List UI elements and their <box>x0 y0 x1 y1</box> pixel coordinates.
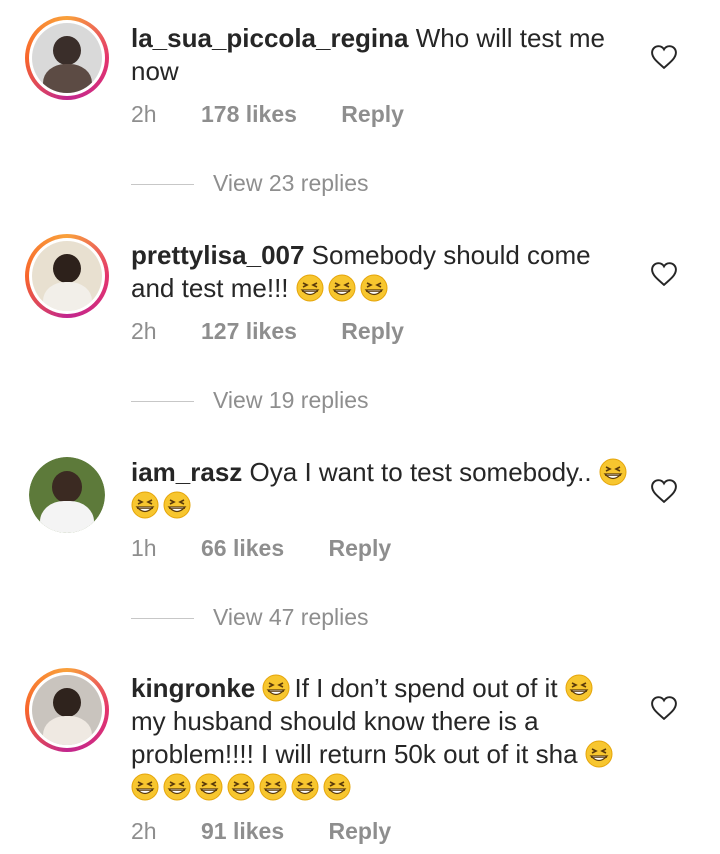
grinning-squinting-face-emoji <box>131 491 159 519</box>
divider-line <box>131 184 194 186</box>
grinning-squinting-face-emoji <box>131 773 159 801</box>
comment-meta: 2h 91 likes Reply <box>131 818 391 845</box>
avatar[interactable] <box>25 668 109 752</box>
grinning-squinting-face-emoji <box>259 773 287 801</box>
comment-text: prettylisa_007 Somebody should come and … <box>131 239 631 305</box>
username[interactable]: kingronke <box>131 673 255 703</box>
reply-button[interactable]: Reply <box>341 101 404 128</box>
timestamp: 2h <box>131 101 157 127</box>
likes-count[interactable]: 178 likes <box>201 101 297 128</box>
likes-count[interactable]: 91 likes <box>201 818 284 845</box>
grinning-squinting-face-emoji <box>565 674 593 702</box>
divider-line <box>131 401 194 403</box>
grinning-squinting-face-emoji <box>163 773 191 801</box>
comment-body: Oya I want to test somebody.. <box>242 457 599 487</box>
username[interactable]: iam_rasz <box>131 457 242 487</box>
comment-body <box>255 673 262 703</box>
grinning-squinting-face-emoji <box>328 274 356 302</box>
view-replies-button[interactable]: View 47 replies <box>131 604 369 631</box>
grinning-squinting-face-emoji <box>227 773 255 801</box>
username[interactable]: prettylisa_007 <box>131 240 304 270</box>
timestamp: 1h <box>131 535 157 561</box>
timestamp: 2h <box>131 818 157 844</box>
username[interactable]: la_sua_piccola_regina <box>131 23 408 53</box>
comment-meta: 1h 66 likes Reply <box>131 535 391 562</box>
grinning-squinting-face-emoji <box>262 674 290 702</box>
heart-outline-icon[interactable] <box>651 696 677 720</box>
comment-text: la_sua_piccola_regina Who will test me n… <box>131 22 631 88</box>
heart-outline-icon[interactable] <box>651 262 677 286</box>
avatar[interactable] <box>29 457 105 533</box>
comment-meta: 2h 178 likes Reply <box>131 101 404 128</box>
comment-body: If I don’t spend out of it <box>294 673 565 703</box>
reply-button[interactable]: Reply <box>329 818 392 845</box>
grinning-squinting-face-emoji <box>163 491 191 519</box>
reply-button[interactable]: Reply <box>329 535 392 562</box>
grinning-squinting-face-emoji <box>599 458 627 486</box>
reply-button[interactable]: Reply <box>341 318 404 345</box>
comment-text: iam_rasz Oya I want to test somebody.. <box>131 456 631 522</box>
grinning-squinting-face-emoji <box>323 773 351 801</box>
grinning-squinting-face-emoji <box>360 274 388 302</box>
comment-meta: 2h 127 likes Reply <box>131 318 404 345</box>
avatar[interactable] <box>25 234 109 318</box>
avatar[interactable] <box>25 16 109 100</box>
likes-count[interactable]: 127 likes <box>201 318 297 345</box>
grinning-squinting-face-emoji <box>291 773 319 801</box>
divider-line <box>131 618 194 620</box>
comment-text: kingronke If I don’t spend out of it my … <box>131 672 621 804</box>
view-replies-button[interactable]: View 19 replies <box>131 387 369 414</box>
grinning-squinting-face-emoji <box>585 740 613 768</box>
heart-outline-icon[interactable] <box>651 479 677 503</box>
likes-count[interactable]: 66 likes <box>201 535 284 562</box>
heart-outline-icon[interactable] <box>651 45 677 69</box>
grinning-squinting-face-emoji <box>296 274 324 302</box>
timestamp: 2h <box>131 318 157 344</box>
view-replies-button[interactable]: View 23 replies <box>131 170 369 197</box>
comment-body: my husband should know there is a proble… <box>131 706 585 769</box>
grinning-squinting-face-emoji <box>195 773 223 801</box>
